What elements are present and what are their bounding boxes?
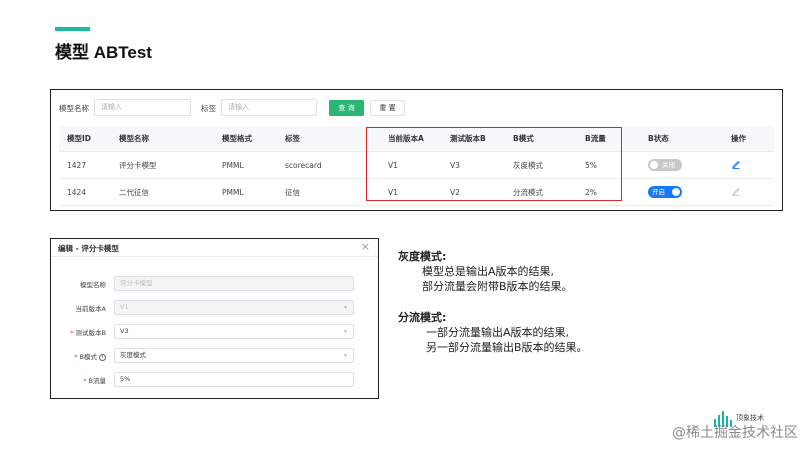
- chevron-down-icon: ▾: [343, 328, 347, 335]
- header-tag: 标签: [285, 134, 300, 143]
- current-version-a-value: V1: [120, 303, 129, 311]
- model-name-label: 模型名称: [59, 104, 89, 113]
- required-marker: *: [70, 329, 74, 337]
- split-mode-heading: 分流模式:: [398, 311, 447, 324]
- test-version-b-value: V3: [120, 327, 129, 335]
- required-marker: *: [83, 377, 87, 385]
- dialog-header: 编辑 - 评分卡模型 ×: [51, 239, 378, 257]
- b-traffic-input[interactable]: 5%: [114, 372, 354, 387]
- required-marker: *: [74, 353, 78, 361]
- cell-model-name: 评分卡模型: [119, 160, 157, 170]
- toggle-knob: [672, 188, 680, 196]
- header-model-name: 模型名称: [119, 134, 149, 143]
- edit-icon[interactable]: [731, 159, 741, 171]
- header-b-status: B状态: [648, 134, 669, 143]
- gray-mode-heading: 灰度模式:: [398, 250, 447, 263]
- header-model-id: 模型ID: [67, 134, 92, 143]
- split-mode-line-2: 另一部分流量输出B版本的结果。: [426, 341, 588, 354]
- edit-icon-disabled: [731, 186, 741, 198]
- chevron-down-icon: ▾: [343, 352, 347, 359]
- current-version-a-select: V1 ▾: [114, 300, 354, 315]
- model-name-input[interactable]: 请输入: [94, 99, 191, 116]
- b-mode-label: * B模式 i: [74, 351, 106, 361]
- current-version-a-label: 当前版本A: [75, 305, 106, 313]
- b-traffic-label-text: B流量: [88, 377, 106, 385]
- field-current-version-a: 当前版本A V1 ▾: [51, 300, 378, 316]
- dialog-title: 编辑 - 评分卡模型: [58, 244, 119, 253]
- toggle-knob: [650, 161, 658, 169]
- test-version-b-label-text: 测试版本B: [75, 329, 106, 337]
- toggle-label: 开启: [652, 188, 665, 196]
- test-version-b-label: * 测试版本B: [70, 327, 106, 337]
- title-accent-bar: [55, 27, 90, 31]
- mode-explanation: 灰度模式: 模型总是输出A版本的结果, 部分流量会附带B版本的结果。 分流模式:…: [398, 249, 588, 355]
- test-version-b-select[interactable]: V3 ▾: [114, 324, 354, 339]
- model-name-field: 评分卡模型: [114, 276, 354, 291]
- field-b-traffic: * B流量 5%: [51, 372, 378, 388]
- cell-model-id: 1427: [67, 160, 87, 170]
- cell-model-name: 二代征信: [119, 187, 149, 197]
- tag-label: 标签: [201, 104, 216, 113]
- page-title: 模型 ABTest: [55, 43, 152, 62]
- b-mode-select[interactable]: 灰度模式 ▾: [114, 348, 354, 363]
- field-model-name: 模型名称 评分卡模型: [51, 276, 378, 292]
- field-test-version-b: * 测试版本B V3 ▾: [51, 324, 378, 340]
- cell-b-status: 关闭: [648, 152, 682, 178]
- watermark-text: @稀土掘金技术社区: [672, 425, 798, 441]
- close-icon[interactable]: ×: [361, 240, 370, 253]
- model-name-field-label: 模型名称: [80, 281, 106, 289]
- edit-dialog: 编辑 - 评分卡模型 × 模型名称 评分卡模型 当前版本A V1 ▾ * 测试版本…: [50, 238, 379, 399]
- field-b-mode: * B模式 i 灰度模式 ▾: [51, 348, 378, 364]
- search-bar: 模型名称 请输入 标签 请输入 查 询 重 置: [51, 90, 782, 126]
- query-button[interactable]: 查 询: [329, 100, 364, 116]
- gray-mode-line-1: 模型总是输出A版本的结果,: [422, 265, 555, 278]
- chevron-down-icon: ▾: [343, 304, 347, 311]
- cell-b-status: 开启: [648, 179, 682, 205]
- b-mode-label-text: B模式: [79, 353, 97, 361]
- header-actions: 操作: [731, 134, 746, 143]
- cell-model-format: PMML: [222, 160, 244, 170]
- cell-model-id: 1424: [67, 187, 87, 197]
- cell-actions: [731, 179, 741, 205]
- split-mode-line-1: 一部分流量输出A版本的结果,: [426, 326, 570, 339]
- b-mode-value: 灰度模式: [120, 351, 146, 359]
- toggle-label: 关闭: [662, 161, 675, 169]
- b-status-toggle[interactable]: 关闭: [648, 159, 682, 171]
- b-traffic-label: * B流量: [83, 375, 106, 385]
- cell-model-format: PMML: [222, 187, 244, 197]
- info-icon[interactable]: i: [99, 353, 106, 361]
- reset-button[interactable]: 重 置: [370, 100, 405, 116]
- ab-columns-highlight: [366, 127, 622, 201]
- b-status-toggle[interactable]: 开启: [648, 186, 682, 198]
- cell-actions: [731, 152, 741, 178]
- header-model-format: 模型格式: [222, 134, 252, 143]
- cell-tag: scorecard: [285, 160, 322, 170]
- cell-tag: 征信: [285, 187, 300, 197]
- tag-input[interactable]: 请输入: [221, 99, 317, 116]
- gray-mode-line-2: 部分流量会附带B版本的结果。: [422, 280, 573, 293]
